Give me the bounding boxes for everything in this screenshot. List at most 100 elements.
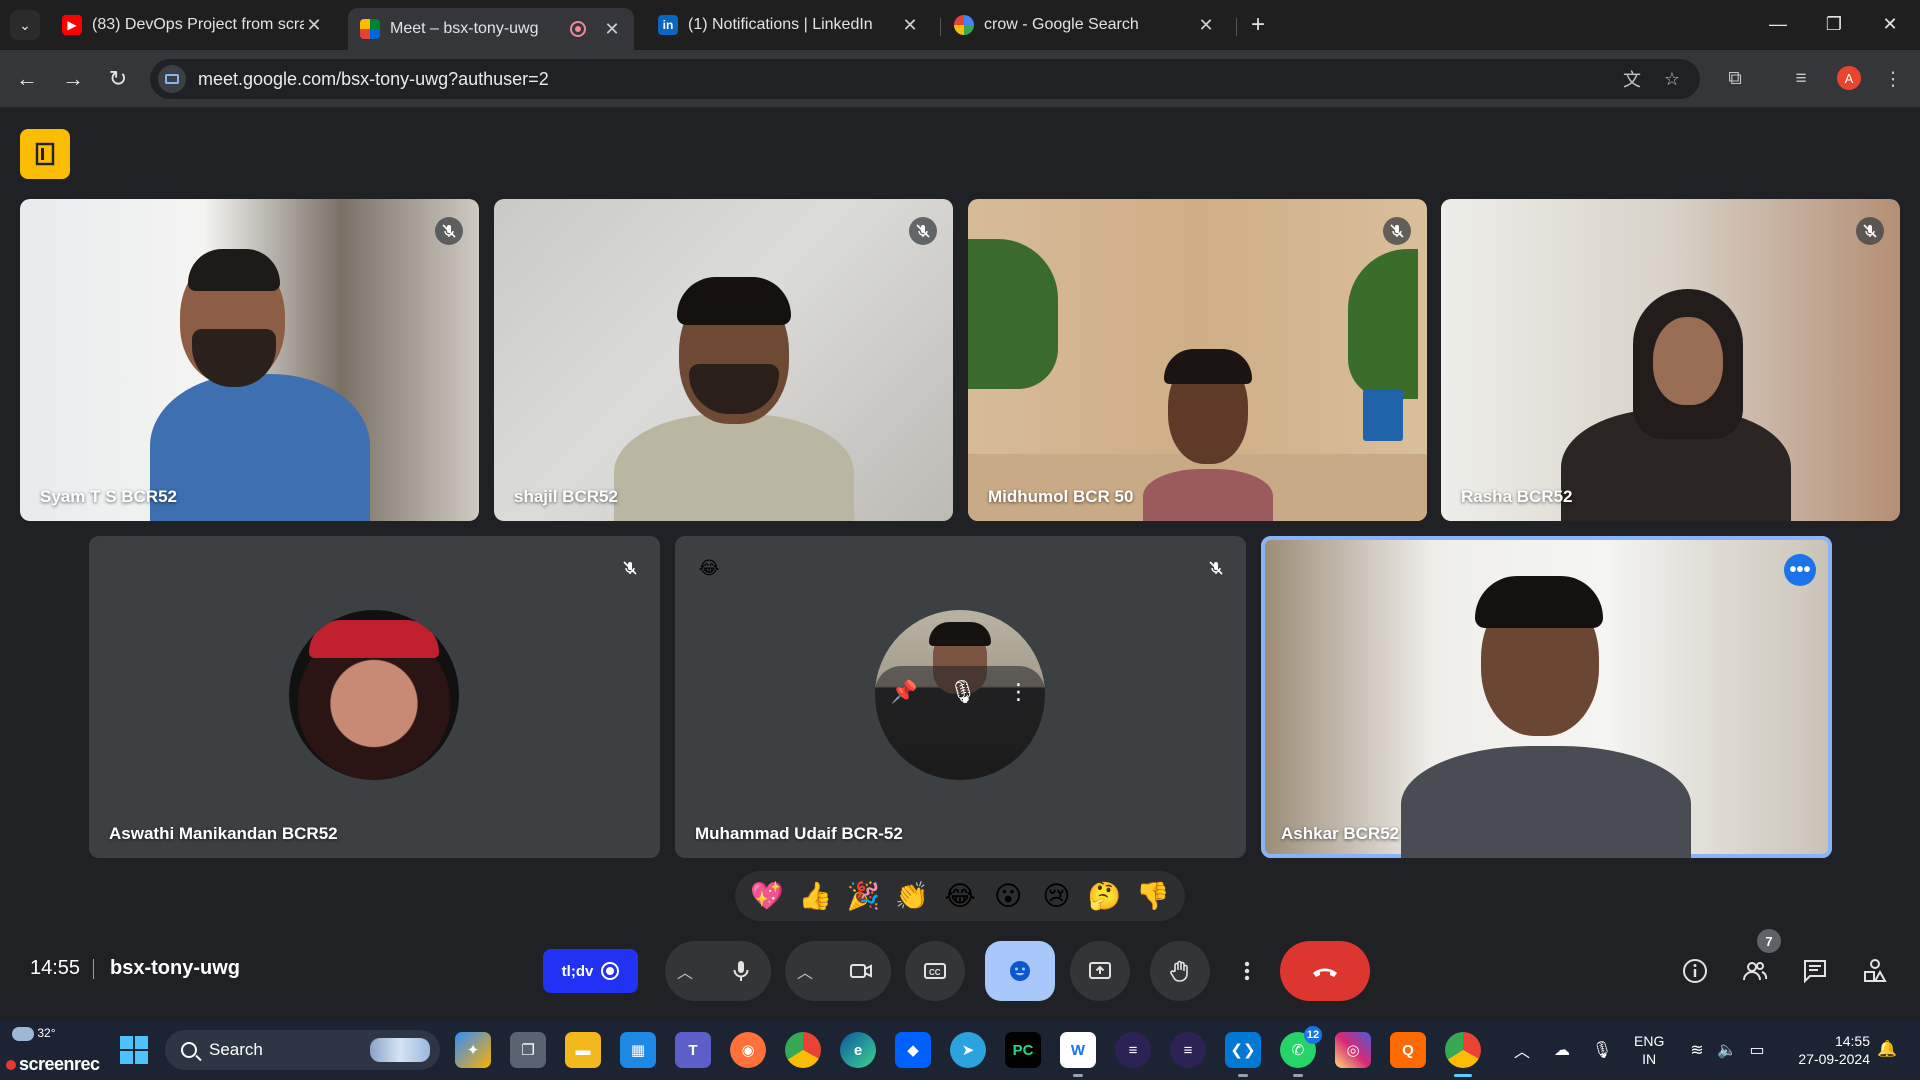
audio-options-chevron-icon[interactable]: ︿ — [665, 941, 705, 1001]
whatsapp-icon[interactable]: ✆ 12 — [1280, 1026, 1322, 1077]
wifi-icon[interactable]: ≋ — [1685, 1038, 1709, 1062]
meeting-info-divider — [93, 959, 94, 979]
forward-button[interactable]: → — [58, 64, 88, 94]
battery-icon[interactable]: ▭ — [1745, 1038, 1769, 1062]
chat-button[interactable] — [1797, 953, 1833, 989]
firefox-icon[interactable]: ◉ — [730, 1032, 766, 1068]
participant-tile-ashkar[interactable]: ••• Ashkar BCR52 — [1261, 536, 1832, 858]
site-info-icon[interactable] — [158, 65, 186, 93]
chrome-menu-icon[interactable]: ⋮ — [1878, 64, 1908, 94]
google-meet-icon — [360, 19, 380, 39]
more-options-button[interactable]: ••• — [1784, 554, 1816, 586]
meet-companion-logo[interactable] — [20, 129, 70, 179]
reaction-laugh[interactable]: 😂 — [940, 876, 980, 916]
raise-hand-button[interactable] — [1150, 941, 1210, 1001]
activities-button[interactable] — [1857, 953, 1893, 989]
participant-tile-aswathi[interactable]: Aswathi Manikandan BCR52 — [89, 536, 660, 858]
tab-linkedin[interactable]: in (1) Notifications | LinkedIn ✕ — [646, 8, 932, 42]
tab-search-button[interactable]: ⌄ — [10, 10, 40, 40]
task-view-icon[interactable]: ❐ — [510, 1032, 546, 1068]
reaction-thumbs-up[interactable]: 👍 — [795, 876, 835, 916]
reaction-thinking[interactable]: 🤔 — [1085, 876, 1125, 916]
participant-name: Syam T S BCR52 — [40, 487, 177, 506]
eclipse-ide-icon[interactable]: ≡ — [1170, 1032, 1206, 1068]
reaction-sad[interactable]: 😢 — [1036, 876, 1076, 916]
onedrive-icon[interactable]: ☁ — [1550, 1038, 1574, 1062]
captions-button[interactable]: CC — [905, 941, 965, 1001]
pin-icon[interactable]: 📌 — [890, 679, 917, 705]
reaction-clap[interactable]: 👏 — [892, 876, 932, 916]
address-bar[interactable]: meet.google.com/bsx-tony-uwg?authuser=2 … — [150, 59, 1700, 99]
system-clock[interactable]: 14:55 27-09-2024 — [1786, 1032, 1870, 1068]
microphone-button[interactable] — [711, 941, 771, 1001]
reaction-party[interactable]: 🎉 — [844, 876, 884, 916]
mic-off-icon — [435, 217, 463, 245]
restore-button[interactable]: ❐ — [1812, 8, 1856, 40]
windows-start-button[interactable] — [120, 1036, 148, 1064]
bookmark-star-icon[interactable]: ☆ — [1660, 67, 1684, 91]
search-icon — [181, 1042, 197, 1058]
tab-google-search[interactable]: crow - Google Search ✕ — [942, 8, 1228, 42]
new-tab-button[interactable]: + — [1243, 10, 1273, 40]
edge-icon[interactable]: e — [840, 1032, 876, 1068]
tab-close-icon[interactable]: ✕ — [1196, 15, 1216, 36]
file-explorer-icon[interactable]: ▬ — [565, 1032, 601, 1068]
tab-meet[interactable]: Meet – bsx-tony-uwg ✕ — [348, 8, 634, 50]
mute-participant-icon[interactable]: 🎙 — [949, 679, 977, 705]
volume-icon[interactable]: 🔈 — [1715, 1038, 1739, 1062]
reload-button[interactable]: ↻ — [103, 64, 133, 94]
pycharm-icon[interactable]: PC — [1005, 1032, 1041, 1068]
microphone-tray-icon[interactable]: 🎙 — [1590, 1038, 1614, 1062]
taskbar-search-box[interactable]: Search — [165, 1030, 440, 1070]
weather-widget[interactable]: 32° — [12, 1026, 56, 1041]
media-controls-icon[interactable]: ≡ — [1786, 64, 1816, 94]
teams-icon[interactable]: T — [675, 1032, 711, 1068]
language-indicator[interactable]: ENG IN — [1634, 1032, 1664, 1068]
tab-close-icon[interactable]: ✕ — [304, 15, 324, 36]
present-screen-button[interactable] — [1070, 941, 1130, 1001]
participant-tile-rasha[interactable]: Rasha BCR52 — [1441, 199, 1900, 521]
tldv-recorder-button[interactable]: tl;dv — [543, 949, 638, 993]
participant-tile-udaif[interactable]: 😂 📌 🎙 ⋮ Muhammad Udaif BCR-52 — [675, 536, 1246, 858]
instagram-icon[interactable]: ◎ — [1335, 1032, 1371, 1068]
close-window-button[interactable]: ✕ — [1868, 8, 1912, 40]
tab-title: (83) DevOps Project from scratc — [92, 16, 304, 33]
show-hidden-icons-chevron-icon[interactable]: ︿ — [1510, 1038, 1534, 1062]
chrome-profile-icon[interactable] — [1445, 1032, 1481, 1077]
more-options-vert-button[interactable] — [1230, 941, 1264, 1001]
meeting-details-button[interactable] — [1677, 953, 1713, 989]
microsoft-store-icon[interactable]: ▦ — [620, 1032, 656, 1068]
camera-button[interactable] — [831, 941, 891, 1001]
participant-tile-midhumol[interactable]: Midhumol BCR 50 — [968, 199, 1427, 521]
participant-tile-syam[interactable]: Syam T S BCR52 — [20, 199, 479, 521]
tab-youtube[interactable]: ▶ (83) DevOps Project from scratc ✕ — [50, 8, 336, 42]
people-button[interactable] — [1737, 953, 1773, 989]
profile-avatar[interactable]: A — [1837, 66, 1861, 90]
translate-icon[interactable]: 文 — [1620, 67, 1644, 91]
leave-call-button[interactable] — [1280, 941, 1370, 1001]
reaction-surprised[interactable]: 😮 — [988, 876, 1028, 916]
quick-app-icon[interactable]: Q — [1390, 1032, 1426, 1068]
tab-close-icon[interactable]: ✕ — [602, 19, 622, 40]
telegram-icon[interactable]: ➤ — [950, 1032, 986, 1068]
url-text[interactable]: meet.google.com/bsx-tony-uwg?authuser=2 — [198, 69, 549, 90]
vscode-icon[interactable]: ❮❯ — [1225, 1032, 1261, 1077]
weather-icon — [12, 1026, 34, 1041]
reaction-thumbs-down[interactable]: 👎 — [1133, 876, 1173, 916]
eclipse-icon[interactable]: ≡ — [1115, 1032, 1151, 1068]
word-app-icon[interactable]: W — [1060, 1032, 1096, 1077]
minimize-button[interactable]: — — [1756, 8, 1800, 40]
copilot-icon[interactable]: ✦ — [455, 1032, 491, 1068]
chrome-icon[interactable] — [785, 1032, 821, 1068]
back-button[interactable]: ← — [12, 64, 42, 94]
more-vert-icon[interactable]: ⋮ — [1008, 679, 1030, 705]
notification-bell-icon[interactable]: 🔔 — [1876, 1038, 1898, 1060]
extensions-icon[interactable]: ⧉ — [1720, 64, 1750, 94]
video-options-chevron-icon[interactable]: ︿ — [785, 941, 825, 1001]
participant-name: shajil BCR52 — [514, 487, 618, 506]
dropbox-icon[interactable]: ◆ — [895, 1032, 931, 1068]
reaction-heart[interactable]: 💖 — [747, 876, 787, 916]
tab-close-icon[interactable]: ✕ — [900, 15, 920, 36]
emoji-reactions-button[interactable] — [985, 941, 1055, 1001]
participant-tile-shajil[interactable]: shajil BCR52 — [494, 199, 953, 521]
